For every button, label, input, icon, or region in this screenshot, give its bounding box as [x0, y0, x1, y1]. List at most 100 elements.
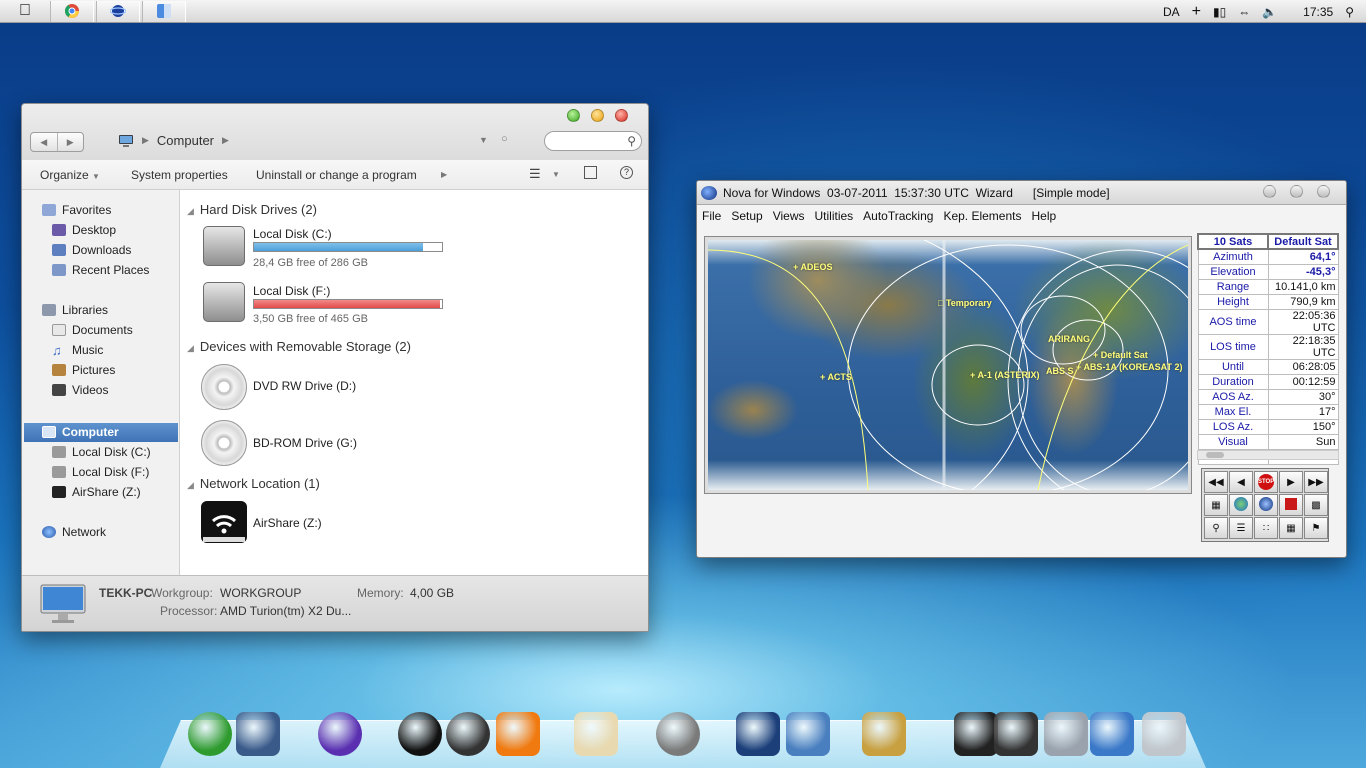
coccinellida-icon[interactable]: [188, 712, 232, 756]
sidebar-item-local-disk-f[interactable]: Local Disk (F:): [52, 462, 149, 482]
selected-sat-header[interactable]: Default Sat: [1267, 233, 1339, 250]
menu-autotracking[interactable]: AutoTracking: [858, 209, 938, 223]
solitaire-icon[interactable]: [574, 712, 618, 756]
drive-icon[interactable]: [1044, 712, 1088, 756]
list-button[interactable]: ☰: [1229, 517, 1253, 539]
sidebar-item-favorites[interactable]: Favorites: [42, 200, 111, 220]
menu-utilities[interactable]: Utilities: [810, 209, 859, 223]
refresh-icon[interactable]: ○: [501, 133, 508, 145]
back-button[interactable]: ◀: [31, 133, 58, 151]
globe-button[interactable]: [1229, 494, 1253, 516]
group-hard-disk-drives[interactable]: ◢ Hard Disk Drives (2): [187, 202, 317, 217]
menu-help[interactable]: Help: [1026, 209, 1061, 223]
sidebar-item-recent-places[interactable]: Recent Places: [52, 260, 149, 280]
taskbar-nova-button[interactable]: [96, 0, 140, 22]
video-converter-icon[interactable]: [236, 712, 280, 756]
sat-marker-default-sat[interactable]: + Default Sat: [1093, 350, 1148, 360]
collapse-icon[interactable]: ◢: [187, 480, 194, 490]
close-button[interactable]: [615, 109, 628, 122]
photo-icon[interactable]: [786, 712, 830, 756]
sat-marker-asterix[interactable]: + A-1 (ASTERIX): [970, 370, 1039, 380]
vlc-icon[interactable]: [496, 712, 540, 756]
forward-button[interactable]: ▶: [58, 133, 84, 151]
torrent-icon[interactable]: [318, 712, 362, 756]
menu-file[interactable]: File: [697, 209, 726, 223]
globe-blue-button[interactable]: [1254, 494, 1278, 516]
sidebar-item-libraries[interactable]: Libraries: [42, 300, 108, 320]
uninstall-program-button[interactable]: Uninstall or change a program: [256, 168, 417, 182]
rewind-button[interactable]: ◀◀: [1204, 471, 1228, 493]
flag-button[interactable]: ⚑: [1304, 517, 1328, 539]
speaker-icon[interactable]: [446, 712, 490, 756]
battery-icon[interactable]: ▮▯: [1213, 5, 1226, 19]
sat-marker-temporary[interactable]: □ Temporary: [938, 298, 992, 308]
taskbar-finder-button[interactable]: [142, 0, 186, 22]
chrome-icon[interactable]: [656, 712, 700, 756]
close-button[interactable]: [1317, 185, 1330, 198]
fox-icon[interactable]: [862, 712, 906, 756]
apple-icon[interactable]: : [0, 0, 50, 23]
dots-button[interactable]: ∷: [1254, 517, 1278, 539]
breadcrumb-computer[interactable]: Computer: [157, 133, 214, 148]
group-network-location[interactable]: ◢ Network Location (1): [187, 476, 320, 491]
organize-button[interactable]: Organize ▼: [40, 168, 100, 182]
search-icon[interactable]: ⚲: [627, 134, 636, 148]
help-icon[interactable]: ?: [620, 166, 633, 179]
sidebar-item-desktop[interactable]: Desktop: [52, 220, 116, 240]
menu-kep-elements[interactable]: Kep. Elements: [938, 209, 1026, 223]
back-button[interactable]: ◀: [1229, 471, 1253, 493]
minimize-button[interactable]: [1263, 185, 1276, 198]
volume-icon[interactable]: 🔈: [1262, 5, 1277, 19]
sat-marker-arirang[interactable]: ARIRANG: [1048, 334, 1090, 344]
headphones-icon[interactable]: [398, 712, 442, 756]
preview-pane-icon[interactable]: [584, 166, 597, 179]
sidebar-item-pictures[interactable]: Pictures: [52, 360, 115, 380]
collapse-icon[interactable]: ◢: [187, 206, 194, 216]
search-input[interactable]: [553, 132, 629, 150]
sidebar-item-videos[interactable]: Videos: [52, 380, 108, 400]
more-commands-icon[interactable]: ▶: [441, 170, 447, 179]
quill-icon[interactable]: [736, 712, 780, 756]
group-removable-storage[interactable]: ◢ Devices with Removable Storage (2): [187, 339, 411, 354]
sats-count-header[interactable]: 10 Sats: [1197, 233, 1269, 250]
play-button[interactable]: ▶: [1279, 471, 1303, 493]
stop-button[interactable]: STOP: [1254, 471, 1278, 493]
maximize-button[interactable]: [1290, 185, 1303, 198]
sat-marker-abs-1a[interactable]: + ABS-1A (KOREASAT 2): [1076, 362, 1182, 372]
grid-button[interactable]: ▦: [1204, 494, 1228, 516]
sat-marker-adeos[interactable]: + ADEOS: [793, 262, 832, 272]
menu-setup[interactable]: Setup: [726, 209, 767, 223]
network-icon[interactable]: ⇔: [1238, 5, 1250, 19]
sat-marker-abs-s[interactable]: ABS S: [1046, 366, 1074, 376]
fast-forward-button[interactable]: ▶▶: [1304, 471, 1328, 493]
sat-marker-acts[interactable]: + ACTS: [820, 372, 852, 382]
sidebar-item-network[interactable]: Network: [42, 522, 106, 542]
breadcrumb-chevron-icon[interactable]: ▶: [222, 135, 229, 146]
ipod-icon[interactable]: [994, 712, 1038, 756]
breadcrumb-dropdown-icon[interactable]: ▼: [479, 135, 488, 145]
view-dropdown-icon[interactable]: ▼: [552, 170, 560, 179]
breadcrumb[interactable]: ▶ Computer ▶: [118, 133, 229, 148]
collapse-icon[interactable]: ◢: [187, 343, 194, 353]
maximize-button[interactable]: [567, 109, 580, 122]
sidebar-item-airshare[interactable]: AirShare (Z:): [52, 482, 141, 502]
sidebar-item-documents[interactable]: Documents: [52, 320, 133, 340]
scrollbar-thumb[interactable]: [1206, 452, 1224, 458]
system-properties-button[interactable]: System properties: [131, 168, 228, 182]
sidebar-item-downloads[interactable]: Downloads: [52, 240, 131, 260]
trash-icon[interactable]: [1142, 712, 1186, 756]
sidebar-item-music[interactable]: ♫ Music: [52, 340, 103, 360]
world-map[interactable]: + ADEOS □ Temporary ARIRANG + Default Sa…: [704, 236, 1192, 494]
spotlight-search-icon[interactable]: ⚲: [1345, 5, 1354, 19]
search-doc-button[interactable]: ⚲: [1204, 517, 1228, 539]
sidebar-item-local-disk-c[interactable]: Local Disk (C:): [52, 442, 151, 462]
language-indicator[interactable]: DA: [1163, 5, 1180, 19]
minimize-button[interactable]: [591, 109, 604, 122]
pattern-button[interactable]: ▩: [1304, 494, 1328, 516]
menu-views[interactable]: Views: [768, 209, 810, 223]
add-icon[interactable]: +: [1192, 3, 1201, 21]
table-button[interactable]: ▦: [1279, 517, 1303, 539]
view-options-icon[interactable]: ☰: [529, 166, 541, 182]
clock[interactable]: 17:35: [1303, 5, 1333, 19]
taskbar-chrome-button[interactable]: [50, 0, 94, 22]
